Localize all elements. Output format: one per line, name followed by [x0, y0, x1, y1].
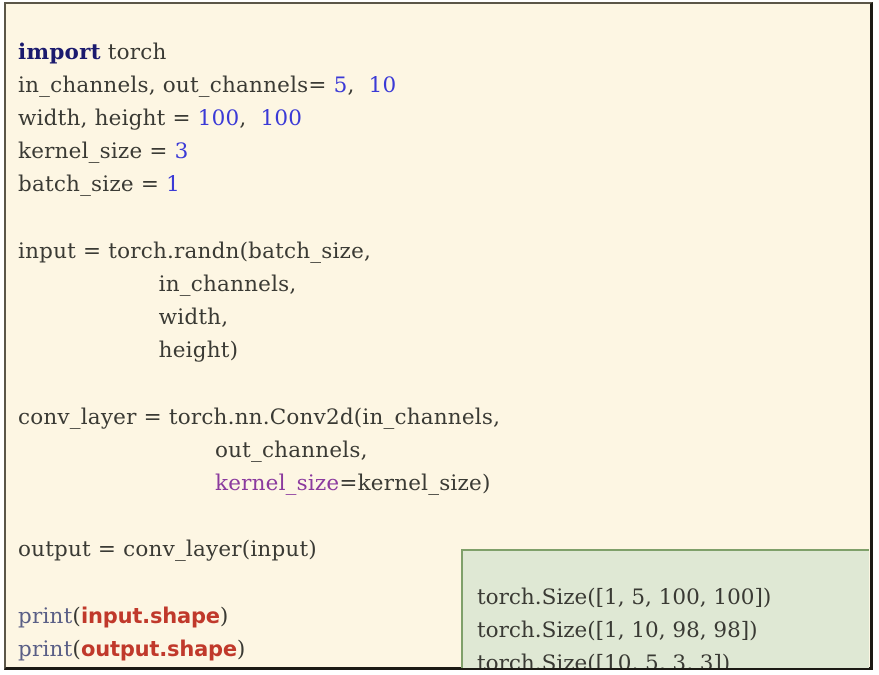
- console-output-text: torch.Size([1, 5, 100, 100]) torch.Size([…: [477, 581, 771, 669]
- code-token-plain: batch_size =: [18, 172, 167, 198]
- console-output-box: torch.Size([1, 5, 100, 100]) torch.Size([…: [461, 549, 869, 668]
- code-token-num: 100: [197, 105, 240, 131]
- code-token-plain: height): [18, 338, 239, 364]
- line-blank-2: [18, 367, 870, 400]
- code-token-num: 100: [260, 105, 303, 131]
- line-kernel-size: kernel_size = 3: [18, 135, 870, 168]
- code-token-num: 10: [368, 72, 397, 98]
- line-conv-arg-kernel: kernel_size=kernel_size): [18, 467, 870, 500]
- code-token-plain: in_channels,: [18, 271, 297, 297]
- code-token-plain: kernel_size =: [18, 139, 175, 165]
- code-token-plain: ,: [239, 105, 261, 131]
- line-batch-size: batch_size = 1: [18, 168, 870, 201]
- code-token-kw: import: [18, 39, 101, 65]
- code-token-plain: ,: [347, 72, 369, 98]
- code-token-hl: input.shape: [81, 603, 220, 628]
- code-token-plain: width,: [18, 305, 229, 330]
- code-token-fn: print: [18, 603, 73, 629]
- code-token-plain: conv_layer = torch.nn.Conv2d(in_channels…: [18, 404, 501, 430]
- code-token-plain: =kernel_size): [339, 470, 491, 496]
- line-conv-arg-out: out_channels,: [18, 434, 870, 467]
- code-token-plain: input = torch.randn(batch_size,: [18, 238, 372, 264]
- code-token-plain: in_channels, out_channels=: [18, 72, 334, 98]
- code-token-plain: (: [72, 636, 81, 662]
- line-conv-layer: conv_layer = torch.nn.Conv2d(in_channels…: [18, 401, 870, 434]
- code-token-fn: print: [18, 636, 73, 662]
- code-token-plain: torch: [100, 39, 167, 65]
- line-randn-arg-width: width,: [18, 301, 870, 334]
- line-width-height: width, height = 100, 100: [18, 102, 870, 135]
- output-line-3: torch.Size([10, 5, 3, 3]): [477, 650, 731, 668]
- code-token-hl: output.shape: [81, 636, 237, 661]
- line-randn-arg-height: height): [18, 334, 870, 367]
- code-token-plain: width, height =: [18, 105, 198, 131]
- output-line-1: torch.Size([1, 5, 100, 100]): [477, 584, 772, 610]
- code-token-plain: ): [219, 603, 229, 629]
- line-channels: in_channels, out_channels= 5, 10: [18, 69, 870, 102]
- code-screenshot: import torch in_channels, out_channels= 5…: [0, 0, 879, 675]
- line-randn-arg-in: in_channels,: [18, 268, 870, 301]
- code-token-plain: (: [72, 603, 81, 629]
- code-token-plain: ): [236, 636, 246, 662]
- line-import: import torch: [18, 36, 870, 69]
- line-blank-3: [18, 500, 870, 533]
- code-token-num: 5: [333, 72, 348, 98]
- code-token-plain: out_channels,: [18, 437, 368, 463]
- line-input-randn: input = torch.randn(batch_size,: [18, 235, 870, 268]
- line-blank-1: [18, 201, 870, 234]
- code-token-plain: output = conv_layer(input): [18, 537, 317, 563]
- output-line-2: torch.Size([1, 10, 98, 98]): [477, 617, 758, 643]
- code-token-num: 3: [174, 139, 189, 165]
- code-token-kwarg: kernel_size: [214, 470, 340, 496]
- code-token-num: 1: [166, 172, 180, 198]
